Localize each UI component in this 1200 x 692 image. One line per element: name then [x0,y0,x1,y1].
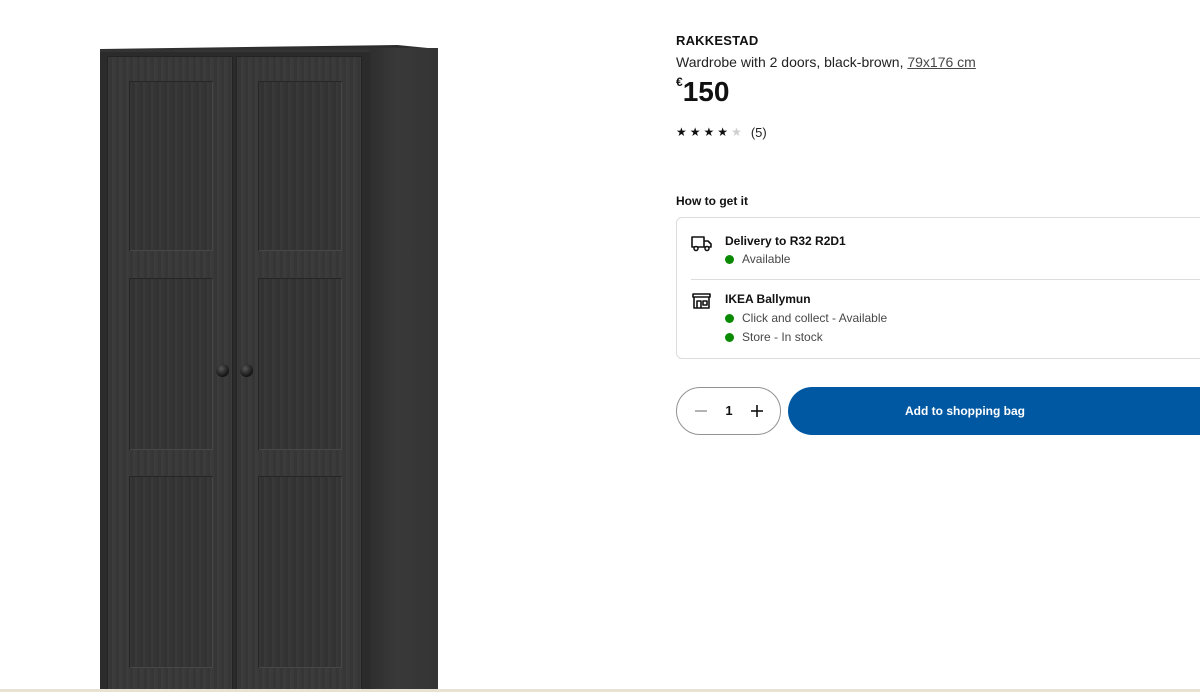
add-to-shopping-bag-button[interactable]: Add to shopping bag [788,387,1200,435]
quantity-stepper: 1 [676,387,781,435]
fulfilment-options-box: Delivery to R32 R2D1 Available IKEA Ball… [676,217,1200,359]
wardrobe-side-panel [370,48,438,692]
product-image[interactable] [96,40,446,692]
price-currency: € [676,75,683,89]
door-panel [258,278,342,450]
status-available-dot [725,254,734,264]
store-stock-status-text: Store - In stock [742,330,823,344]
star-empty-icon: ★ [731,125,742,139]
rating-count: (5) [750,124,767,140]
product-name: RAKKESTAD [676,33,759,48]
wardrobe-left-door [107,56,233,690]
minus-icon [695,410,707,412]
wardrobe-front [100,52,370,692]
door-knob [216,364,229,377]
door-panel [129,81,213,251]
click-collect-status-text: Click and collect - Available [742,311,888,325]
product-rating[interactable]: ★ ★ ★ ★ ★ (5) [676,123,767,141]
product-measurement-link[interactable]: 79x176 cm [907,54,975,70]
product-price: €150 [676,75,729,108]
delivery-title: Delivery to R32 R2D1 [725,234,846,248]
product-description: Wardrobe with 2 doors, black-brown, 79x1… [676,54,976,70]
store-stock-status: Store - In stock [725,329,823,345]
door-panel [129,278,213,450]
star-filled-icon: ★ [717,125,729,139]
how-to-get-it-heading: How to get it [676,194,748,208]
star-filled-icon: ★ [676,125,687,139]
store-icon [692,293,711,309]
plus-icon [751,405,763,417]
door-panel [258,81,342,251]
product-type: Wardrobe with 2 doors, black-brown, [676,54,904,70]
truck-icon [691,236,712,252]
status-in-stock-dot [725,332,734,342]
increase-quantity-button[interactable] [745,399,769,423]
door-knob [240,364,253,377]
divider [691,279,1200,280]
status-available-dot [725,313,734,323]
star-filled-icon: ★ [703,125,715,139]
delivery-status: Available [725,251,790,267]
click-collect-status: Click and collect - Available [725,310,887,326]
door-panel [258,476,342,668]
quantity-value[interactable]: 1 [717,388,741,434]
price-amount: 150 [682,76,730,107]
wardrobe-right-door [236,56,362,690]
door-panel [129,476,213,668]
store-title: IKEA Ballymun [725,292,811,306]
star-filled-icon: ★ [689,125,701,139]
decrease-quantity-button[interactable] [689,399,713,423]
delivery-status-text: Available [742,252,791,266]
